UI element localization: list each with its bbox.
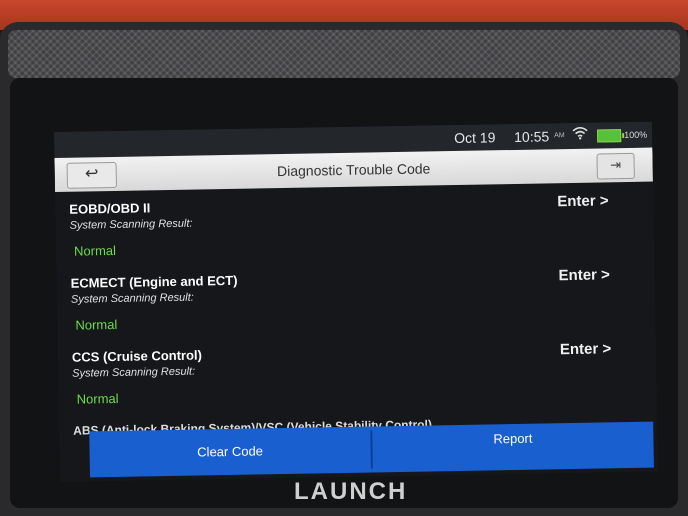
scan-status: Normal	[76, 390, 119, 407]
report-button[interactable]: Report	[372, 422, 654, 473]
system-name: CCS (Cruise Control)	[71, 347, 203, 365]
enter-button[interactable]: Enter >	[557, 192, 609, 210]
bezel-grip-texture	[8, 30, 680, 78]
brand-logo: LAUNCH	[294, 478, 408, 505]
battery-percent: 100%	[624, 129, 648, 141]
exit-button[interactable]: ⇥	[596, 152, 635, 180]
system-name: EOBD/OBD II	[69, 200, 151, 217]
enter-button[interactable]: Enter >	[558, 266, 610, 284]
system-item-eobd: EOBD/OBD II System Scanning Result: Norm…	[69, 192, 640, 272]
app-display: Oct 19 10:55 AM 100% ↩ Diagnostic Troubl…	[54, 121, 659, 482]
system-item-ecmect: ECMECT (Engine and ECT) System Scanning …	[71, 266, 642, 346]
system-item-ccs: CCS (Cruise Control) System Scanning Res…	[72, 340, 643, 420]
bottom-action-bar: Clear Code Report	[89, 421, 654, 478]
scan-status: Normal	[75, 316, 118, 333]
system-name: ECMECT (Engine and ECT)	[70, 272, 238, 291]
status-date: Oct 19	[454, 129, 496, 147]
status-time: 10:55	[514, 128, 550, 145]
scan-result-label: System Scanning Result:	[70, 291, 194, 306]
page-title: Diagnostic Trouble Code	[276, 160, 431, 180]
battery-icon	[597, 129, 622, 143]
scan-result-label: System Scanning Result:	[69, 217, 193, 232]
enter-button[interactable]: Enter >	[560, 340, 612, 358]
clear-code-button[interactable]: Clear Code	[89, 427, 371, 478]
scan-status: Normal	[73, 242, 117, 259]
scan-result-label: System Scanning Result:	[72, 365, 196, 380]
exit-door-icon: ⇥	[610, 157, 622, 173]
wifi-icon	[572, 127, 588, 143]
status-ampm: AM	[554, 132, 565, 140]
